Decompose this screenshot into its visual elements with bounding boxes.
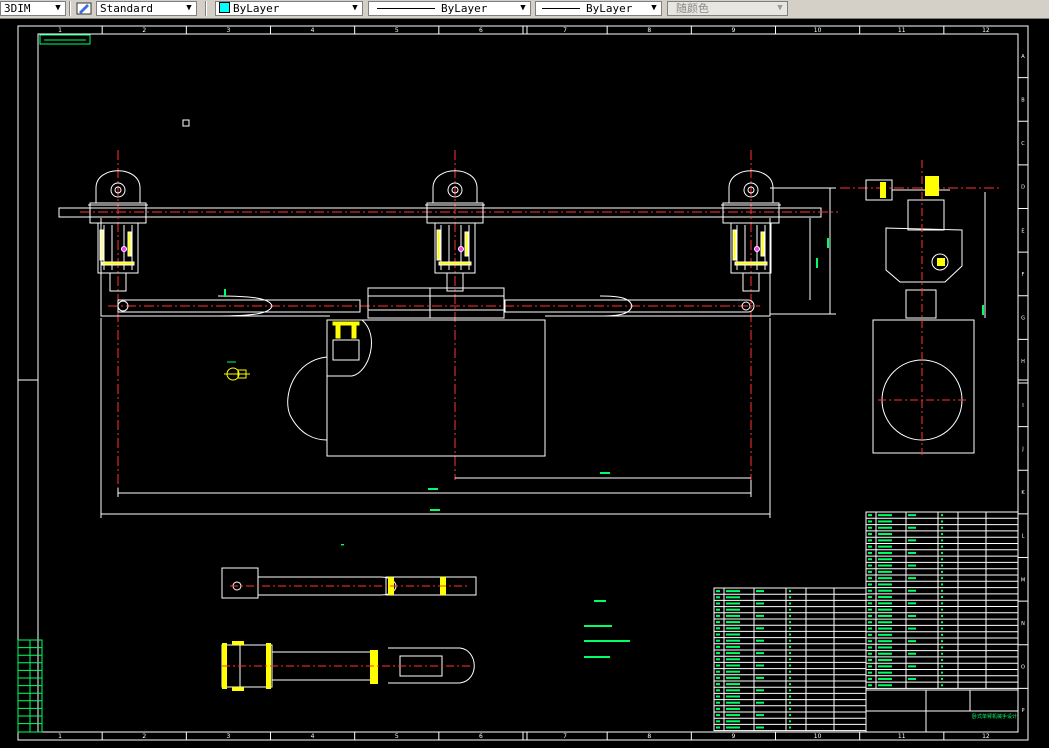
row-label: J — [1021, 446, 1023, 452]
row-label: I — [1022, 403, 1023, 409]
color-swatch-icon — [219, 2, 230, 13]
row-label: A — [1021, 54, 1025, 60]
textstyle-icon[interactable] — [75, 1, 93, 16]
row-label: G — [1021, 316, 1025, 322]
plotstyle-value: 随颜色 — [676, 2, 709, 15]
toolbar-separator — [205, 1, 207, 16]
column-label: 3 — [227, 27, 231, 34]
row-label: N — [1021, 621, 1025, 627]
linetype-value: ByLayer — [441, 2, 488, 15]
chevron-down-icon[interactable]: ▼ — [51, 2, 65, 15]
toolbar-separator — [69, 1, 71, 16]
linetype-combo[interactable]: ByLayer ▼ — [368, 1, 531, 16]
column-label: 11 — [898, 27, 906, 34]
row-label: L — [1022, 534, 1025, 540]
properties-toolbar: 3DIM ▼ Standard ▼ ByLayer ▼ ByLayer ▼ By… — [0, 0, 1049, 19]
column-label: 7 — [563, 27, 567, 34]
lineweight-combo[interactable]: ByLayer ▼ — [535, 1, 662, 16]
column-label: 6 — [479, 733, 483, 740]
column-label: 6 — [479, 27, 483, 34]
row-label: B — [1021, 97, 1025, 103]
chevron-down-icon[interactable]: ▼ — [348, 2, 362, 15]
column-label: 8 — [647, 27, 651, 34]
lineweight-value: ByLayer — [586, 2, 633, 15]
column-label: 2 — [142, 27, 146, 34]
dimstyle-combo[interactable]: 3DIM ▼ — [0, 1, 66, 16]
linetype-sample-icon — [377, 8, 435, 9]
color-value: ByLayer — [233, 2, 280, 15]
row-label: H — [1021, 359, 1025, 365]
row-label: E — [1021, 228, 1024, 234]
textstyle-value: Standard — [100, 2, 153, 15]
arm-view-label: ▬ — [341, 542, 344, 548]
plotstyle-combo: 随颜色 ▼ — [667, 1, 788, 16]
row-label: M — [1021, 577, 1025, 583]
column-label: 4 — [311, 733, 315, 740]
column-label: 8 — [647, 733, 651, 740]
row-label: C — [1021, 141, 1025, 147]
textstyle-combo[interactable]: Standard ▼ — [96, 1, 197, 16]
column-label: 7 — [563, 733, 567, 740]
row-label: P — [1021, 708, 1024, 714]
column-label: 11 — [898, 733, 906, 740]
column-label: 10 — [814, 27, 822, 34]
chevron-down-icon: ▼ — [777, 3, 783, 13]
chevron-down-icon[interactable]: ▼ — [516, 2, 530, 15]
lineweight-sample-icon — [542, 8, 580, 9]
column-label: 1 — [58, 27, 62, 34]
drawing-canvas[interactable]: 1 2 3 4 5 6 7 8 9 10 11 12 1 2 3 4 5 6 7 8 9 10 11 12 ABCDEFGH… — [0, 19, 1049, 748]
column-label: 1 — [58, 733, 62, 740]
column-label: 4 — [311, 27, 315, 34]
column-label: 12 — [982, 27, 990, 34]
column-label: 3 — [227, 733, 231, 740]
row-label: O — [1021, 665, 1025, 671]
column-label: 9 — [732, 733, 736, 740]
dimstyle-value: 3DIM — [4, 2, 31, 15]
chevron-down-icon[interactable]: ▼ — [182, 2, 196, 15]
column-label: 2 — [142, 733, 146, 740]
column-label: 5 — [395, 27, 399, 34]
row-label: F — [1022, 272, 1025, 278]
column-label: 5 — [395, 733, 399, 740]
chevron-down-icon[interactable]: ▼ — [647, 2, 661, 15]
column-label: 10 — [814, 733, 822, 740]
color-combo[interactable]: ByLayer ▼ — [215, 1, 363, 16]
column-label: 9 — [732, 27, 736, 34]
column-label: 12 — [982, 733, 990, 740]
row-label: D — [1021, 185, 1025, 191]
title-block-text: 卧式单臂机械手设计 — [972, 713, 1017, 720]
